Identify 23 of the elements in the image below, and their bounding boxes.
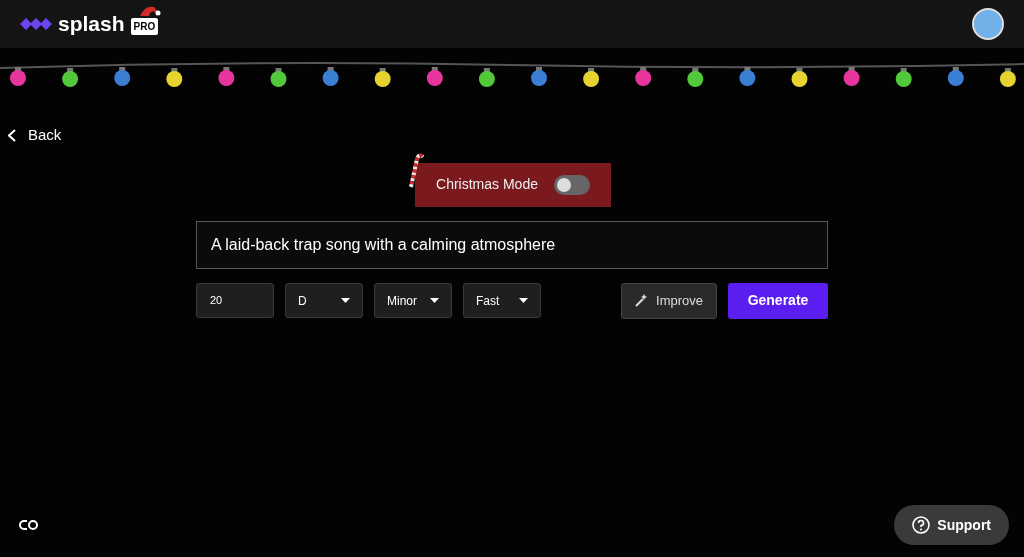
pro-badge: PRO (130, 17, 159, 35)
link-icon[interactable] (18, 519, 40, 531)
number-field[interactable]: 20 (196, 283, 274, 318)
christmas-mode-label: Christmas Mode (436, 175, 538, 194)
logo-text: splash (58, 11, 125, 38)
caret-icon (430, 298, 439, 303)
dropdown[interactable]: D (285, 283, 363, 318)
christmas-mode-toggle[interactable] (553, 174, 590, 195)
avatar[interactable] (972, 8, 1004, 40)
support-button[interactable]: Support (894, 505, 1009, 545)
back-button[interactable]: Back (8, 124, 62, 147)
dropdown[interactable]: Minor (374, 283, 452, 318)
dropdown[interactable]: Fast (463, 283, 541, 318)
caret-icon (519, 298, 528, 303)
generate-button[interactable]: Generate (728, 282, 828, 319)
magic-wand-icon (635, 294, 648, 307)
help-icon (912, 516, 931, 534)
caret-icon (341, 298, 350, 303)
chevron-left-icon (8, 128, 16, 142)
candy-cane-icon (407, 150, 425, 189)
logo-icon (20, 15, 52, 33)
improve-button[interactable]: Improve (621, 282, 717, 319)
prompt-field[interactable]: A laid-back trap song with a calming atmosphere (196, 220, 828, 269)
